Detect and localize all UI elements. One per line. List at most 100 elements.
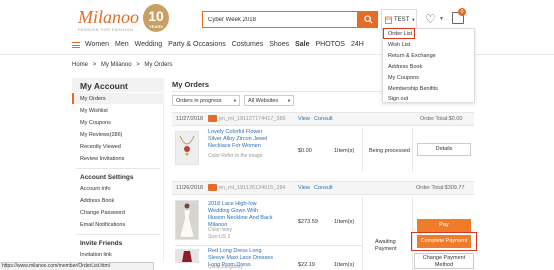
menu-item-wish-list[interactable]: Wish List — [388, 42, 410, 48]
nav-sale[interactable]: Sale — [295, 41, 309, 48]
product-price: $22.19 — [298, 262, 315, 268]
sidebar-item-review-invitations[interactable]: Review Invitations — [80, 156, 124, 162]
order-view-link[interactable]: View — [298, 116, 310, 122]
brand-name: Milanoo — [78, 7, 139, 27]
menu-item-my-coupons[interactable]: My Coupons — [388, 75, 419, 81]
order-consult-link[interactable]: Consult — [314, 185, 333, 191]
column-divider — [362, 128, 363, 172]
menu-item-return-exchange[interactable]: Return & Exchange — [388, 53, 436, 59]
menu-item-membership-benefits[interactable]: Membership Benifits — [388, 86, 438, 92]
order-view-link[interactable]: View — [298, 185, 310, 191]
website-filter[interactable]: All Websites ▼ — [244, 95, 294, 106]
nav-party-occasions[interactable]: Party & Occasions — [168, 41, 226, 48]
menu-item-address-book[interactable]: Address Book — [388, 64, 422, 70]
user-label: TEST — [394, 16, 410, 23]
wedding-dress-image — [176, 201, 198, 239]
order-number: en_ml_181126134015_284 — [219, 185, 286, 191]
breadcrumb-home[interactable]: Home — [72, 62, 88, 68]
browser-status-url: https://www.milanoo.com/member/OrderList… — [0, 262, 154, 270]
sidebar-item-my-coupons[interactable]: My Coupons — [80, 120, 111, 126]
badge-number: 10 — [148, 8, 164, 24]
sidebar-title: My Account — [72, 78, 164, 92]
sidebar-item-change-password[interactable]: Change Password — [80, 210, 125, 216]
breadcrumb-my-milanoo[interactable]: My Milanoo — [101, 62, 132, 68]
order-status: Awaiting — [375, 239, 396, 245]
order-status-value: Orders in progress — [176, 98, 222, 104]
nav-men[interactable]: Men — [115, 41, 129, 48]
wishlist-heart-icon[interactable]: ♡ — [425, 12, 436, 26]
breadcrumb: Home > My Milanoo > My Orders — [72, 62, 172, 68]
sidebar-divider — [76, 234, 160, 235]
nav-24h[interactable]: 24H — [351, 41, 364, 48]
product-thumbnail[interactable] — [175, 131, 199, 165]
chevron-down-icon: ▼ — [439, 16, 444, 22]
account-menu-button[interactable]: TEST ▼ — [381, 9, 417, 30]
product-thumbnail[interactable] — [175, 249, 199, 263]
order-total: Order Total:$309.77 — [416, 185, 465, 191]
search-button[interactable] — [358, 11, 378, 28]
order-total: Order Total:$0.00 — [420, 116, 463, 122]
nav-shoes[interactable]: Shoes — [269, 41, 289, 48]
product-thumbnail[interactable] — [175, 200, 199, 240]
change-payment-method-button[interactable]: Change Payment Method — [414, 253, 474, 269]
product-size: Size:US 2 — [208, 234, 231, 240]
page-title: My Orders — [172, 80, 210, 89]
column-divider — [362, 197, 363, 270]
sidebar-section-account-settings: Account Settings — [80, 174, 134, 181]
breadcrumb-current: My Orders — [144, 62, 173, 68]
sidebar-item-my-orders[interactable]: My Orders — [80, 96, 106, 102]
order-site-icon — [208, 115, 217, 122]
sidebar-item-account-info[interactable]: Account Info — [80, 186, 111, 192]
search-input[interactable] — [202, 11, 358, 28]
product-quantity: 1Item(s) — [334, 148, 355, 154]
red-dress-image — [176, 250, 198, 262]
sidebar-divider — [76, 168, 160, 169]
cart-count-badge: 0 — [458, 8, 466, 16]
breadcrumb-separator: > — [92, 62, 97, 68]
sidebar-section-invite-friends: Invite Friends — [80, 240, 123, 247]
order-consult-link[interactable]: Consult — [314, 116, 333, 122]
necklace-image — [179, 135, 195, 156]
product-quantity: 1Item(s) — [334, 262, 355, 268]
sidebar-item-my-wishlist[interactable]: My Wishlist — [80, 108, 108, 114]
order-status: Payment — [375, 246, 397, 252]
chevron-down-icon: ▼ — [287, 98, 291, 103]
website-filter-value: All Websites — [248, 98, 279, 104]
order-date: 11/27/2018 — [176, 116, 204, 122]
account-dropdown-menu: Order List Wish List Return & Exchange A… — [382, 28, 475, 103]
nav-costumes[interactable]: Costumes — [232, 41, 264, 48]
calendar-icon — [385, 16, 392, 24]
menu-icon[interactable] — [72, 41, 80, 48]
product-name-link[interactable]: 2018 Lace High-low Wedding Gown With Ill… — [208, 201, 274, 229]
search-icon — [363, 15, 373, 24]
anniversary-badge: 10 YEARS — [143, 4, 169, 32]
sidebar-item-address-book[interactable]: Address Book — [80, 198, 114, 204]
order-date: 11/26/2018 — [176, 185, 204, 191]
sidebar-item-recently-viewed[interactable]: Recently Viewed — [80, 144, 121, 150]
pay-button[interactable]: Pay — [417, 219, 471, 232]
product-name-link[interactable]: Lovely Colorful Flower Silver Alloy Zirc… — [208, 129, 274, 150]
nav-women[interactable]: Women — [85, 41, 109, 48]
breadcrumb-separator: > — [136, 62, 140, 68]
sidebar-item-my-reviews[interactable]: My Reviews(286) — [80, 132, 122, 138]
sidebar-item-invitation-link[interactable]: Invitation link — [80, 252, 112, 258]
column-divider — [412, 128, 413, 172]
product-divider — [175, 245, 362, 246]
change-payment-label: Method — [434, 261, 454, 268]
order-site-icon — [208, 184, 217, 191]
order-status-filter[interactable]: Orders in progress ▼ — [172, 95, 240, 106]
main-nav: Women Men Wedding Party & Occasions Cost… — [72, 41, 370, 48]
milanoo-logo[interactable]: Milanoo PASSION FOR FASHION — [78, 7, 139, 34]
order-list-highlight — [383, 28, 415, 39]
menu-item-sign-out[interactable]: Sign out — [388, 96, 408, 102]
complete-payment-highlight — [411, 232, 477, 251]
nav-wedding[interactable]: Wedding — [135, 41, 163, 48]
sidebar-item-email-notifications[interactable]: Email Notifications — [80, 222, 125, 228]
badge-text: YEARS — [149, 24, 163, 29]
change-payment-label: Change Payment — [422, 255, 466, 261]
order-number: en_ml_181127174417_386 — [219, 116, 286, 122]
nav-photos[interactable]: PHOTOS — [316, 41, 345, 48]
order-status: Being processed — [369, 148, 410, 154]
details-button[interactable]: Details — [417, 143, 471, 156]
brand-tagline: PASSION FOR FASHION — [78, 27, 134, 32]
